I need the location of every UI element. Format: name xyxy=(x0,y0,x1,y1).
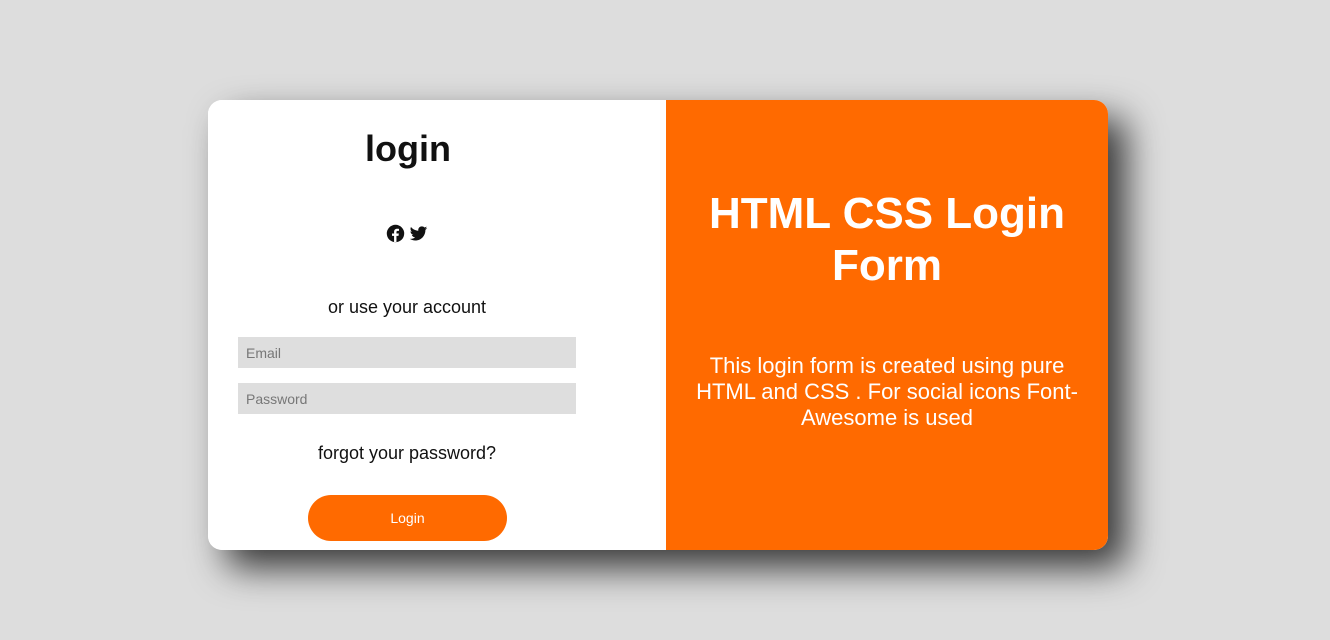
login-button[interactable]: Login xyxy=(308,495,507,541)
info-panel: HTML CSS Login Form This login form is c… xyxy=(666,100,1108,550)
login-title: login xyxy=(365,128,451,169)
password-field[interactable] xyxy=(238,383,576,414)
email-field[interactable] xyxy=(238,337,576,368)
info-description: This login form is created using pure HT… xyxy=(696,353,1078,430)
forgot-password-link[interactable]: forgot your password? xyxy=(208,443,606,464)
info-title: HTML CSS Login Form xyxy=(708,189,1066,290)
login-panel: login or use your account forgot your pa… xyxy=(208,100,666,550)
login-card: login or use your account forgot your pa… xyxy=(208,100,1108,550)
social-links xyxy=(386,224,428,243)
facebook-icon[interactable] xyxy=(386,224,405,243)
alt-login-text: or use your account xyxy=(327,297,487,317)
twitter-icon[interactable] xyxy=(409,224,428,243)
